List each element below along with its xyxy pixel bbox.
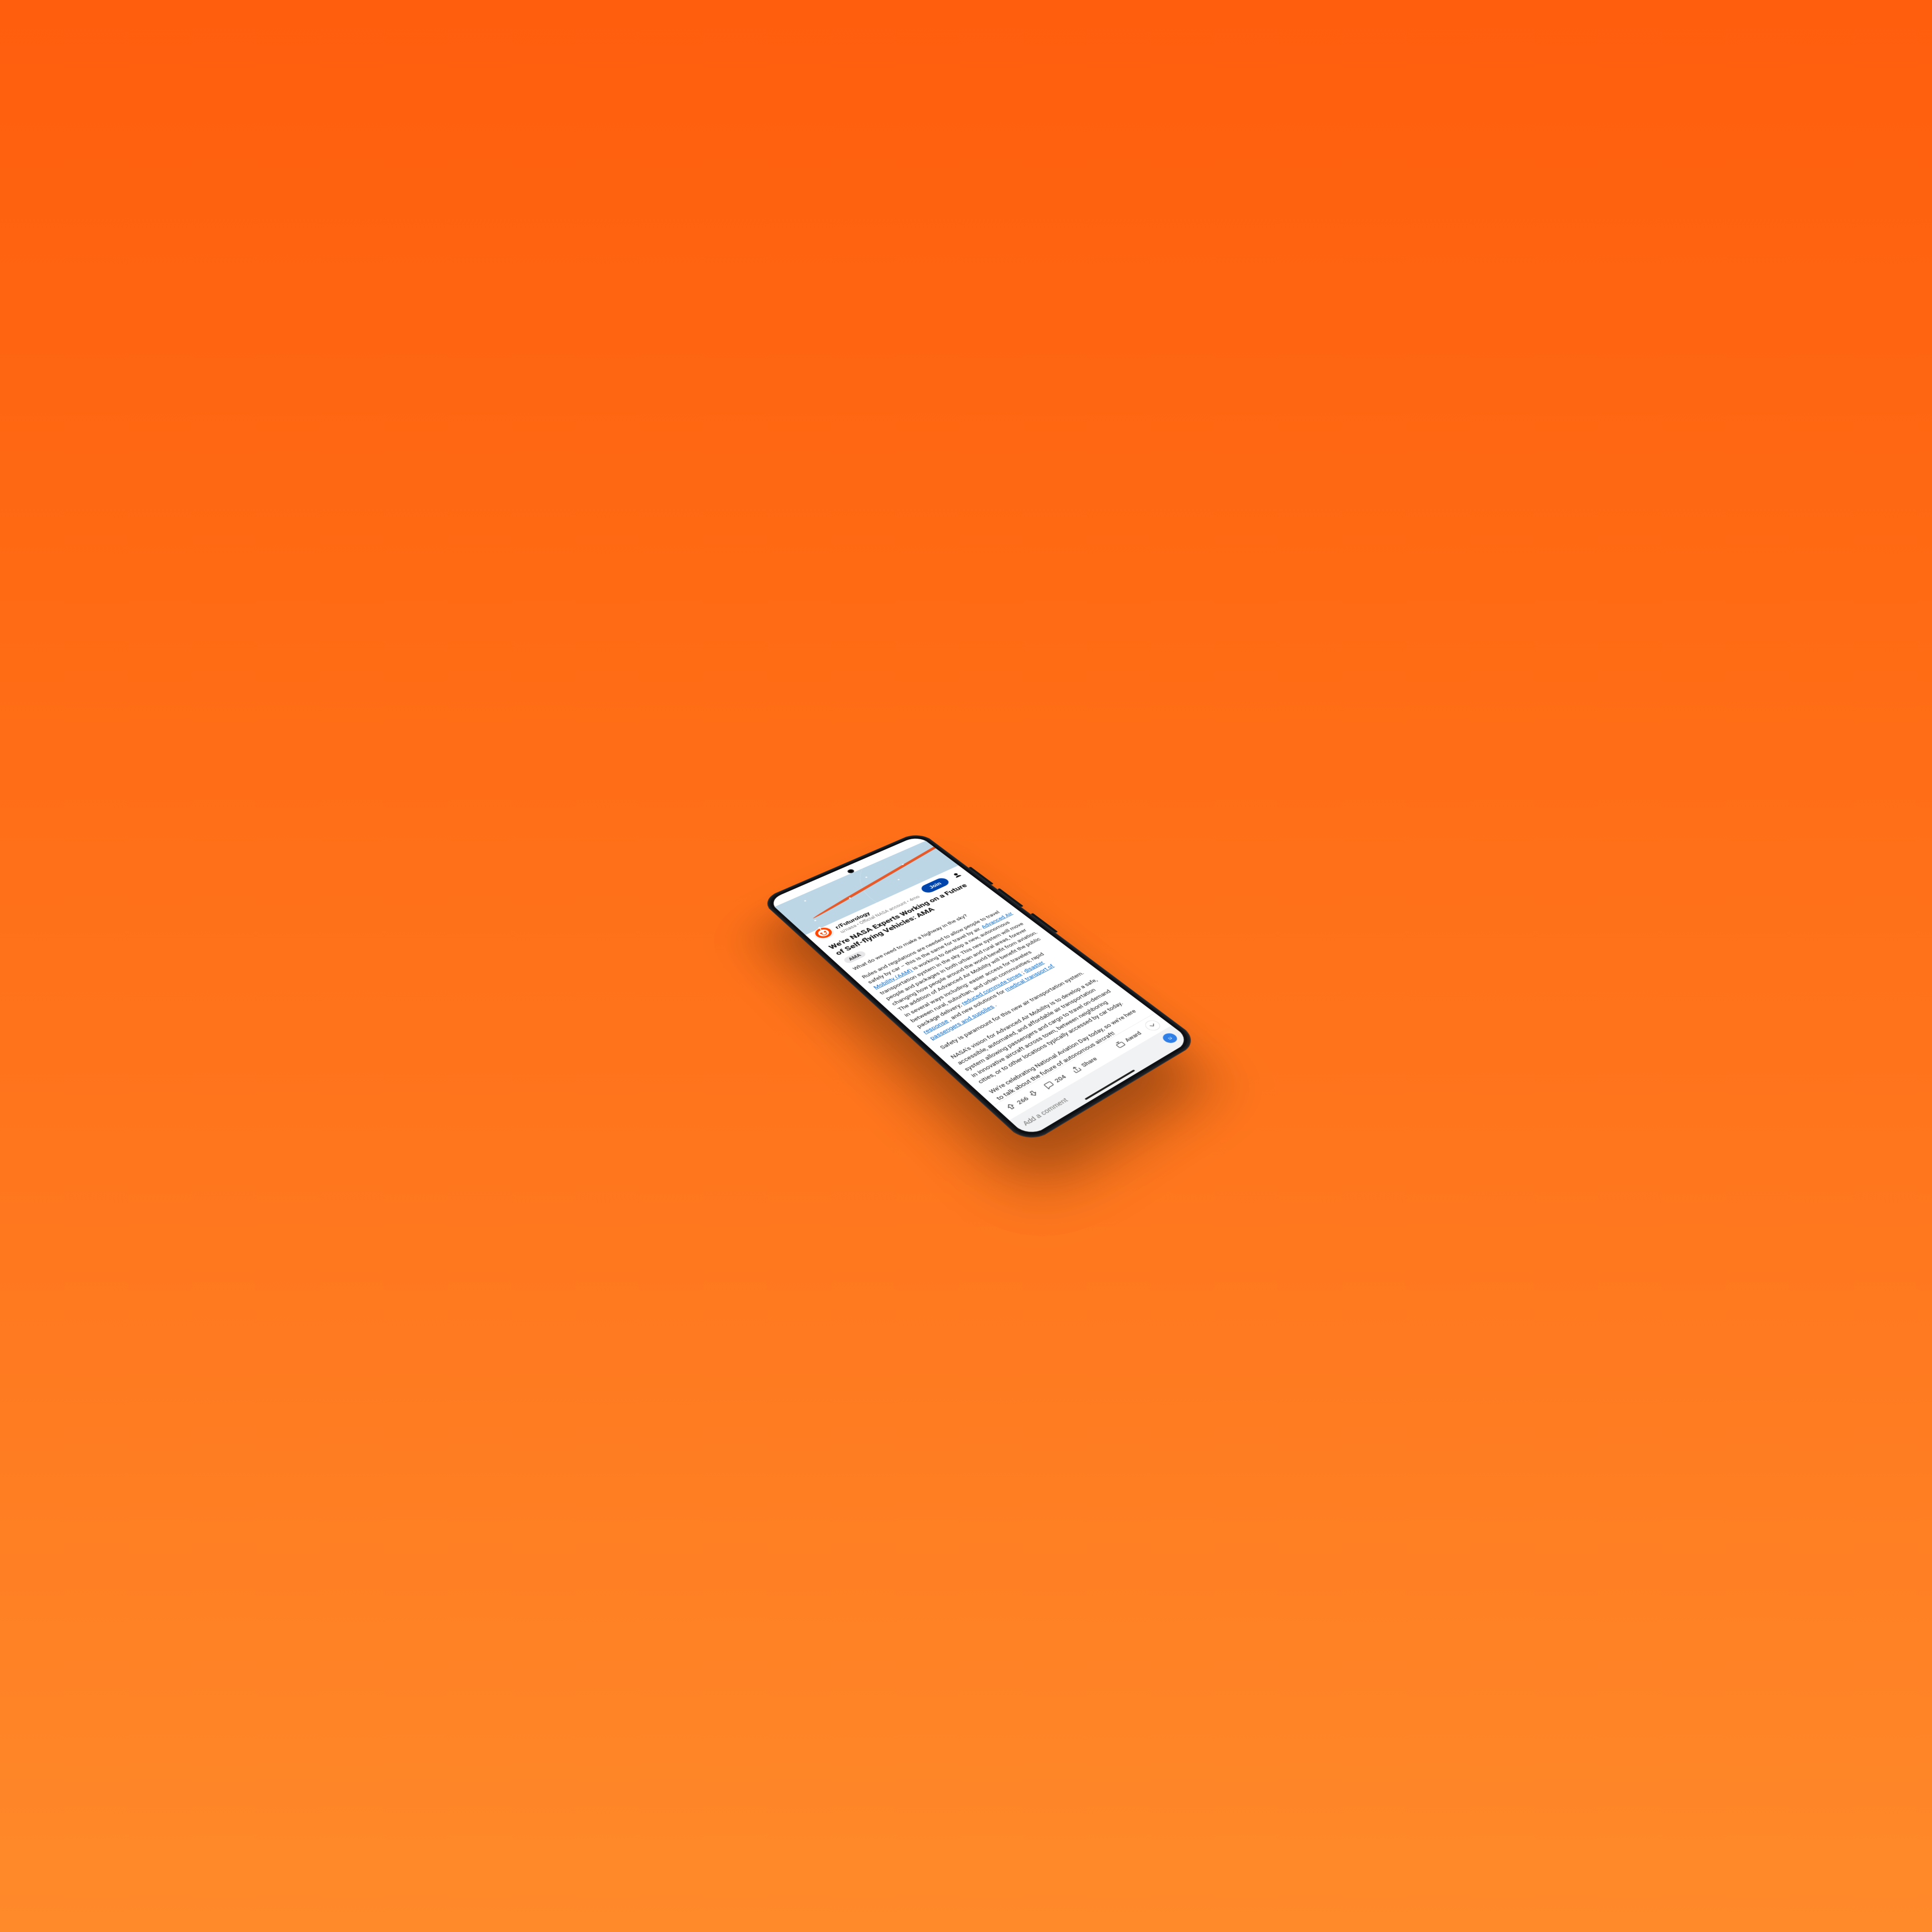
- upvote-count: 266: [1015, 1095, 1030, 1106]
- phone-mockup: r/Futurology u/nasa Official NASA accoun…: [760, 831, 1200, 1145]
- collapse-toggle[interactable]: [1142, 1018, 1163, 1032]
- award-label: Award: [1123, 1030, 1143, 1043]
- upvote-button[interactable]: [1004, 1101, 1019, 1113]
- downvote-button[interactable]: [1026, 1088, 1042, 1100]
- reddit-snoo-icon: [816, 928, 831, 938]
- screen: r/Futurology u/nasa Official NASA accoun…: [768, 835, 1191, 1138]
- share-label: Share: [1080, 1056, 1099, 1069]
- comments-count: 204: [1053, 1074, 1068, 1084]
- profile-icon[interactable]: [950, 871, 964, 879]
- emoji-button[interactable]: [1160, 1031, 1180, 1045]
- phone-body: r/Futurology u/nasa Official NASA accoun…: [760, 831, 1200, 1145]
- scene: r/Futurology u/nasa Official NASA accoun…: [0, 0, 1932, 1932]
